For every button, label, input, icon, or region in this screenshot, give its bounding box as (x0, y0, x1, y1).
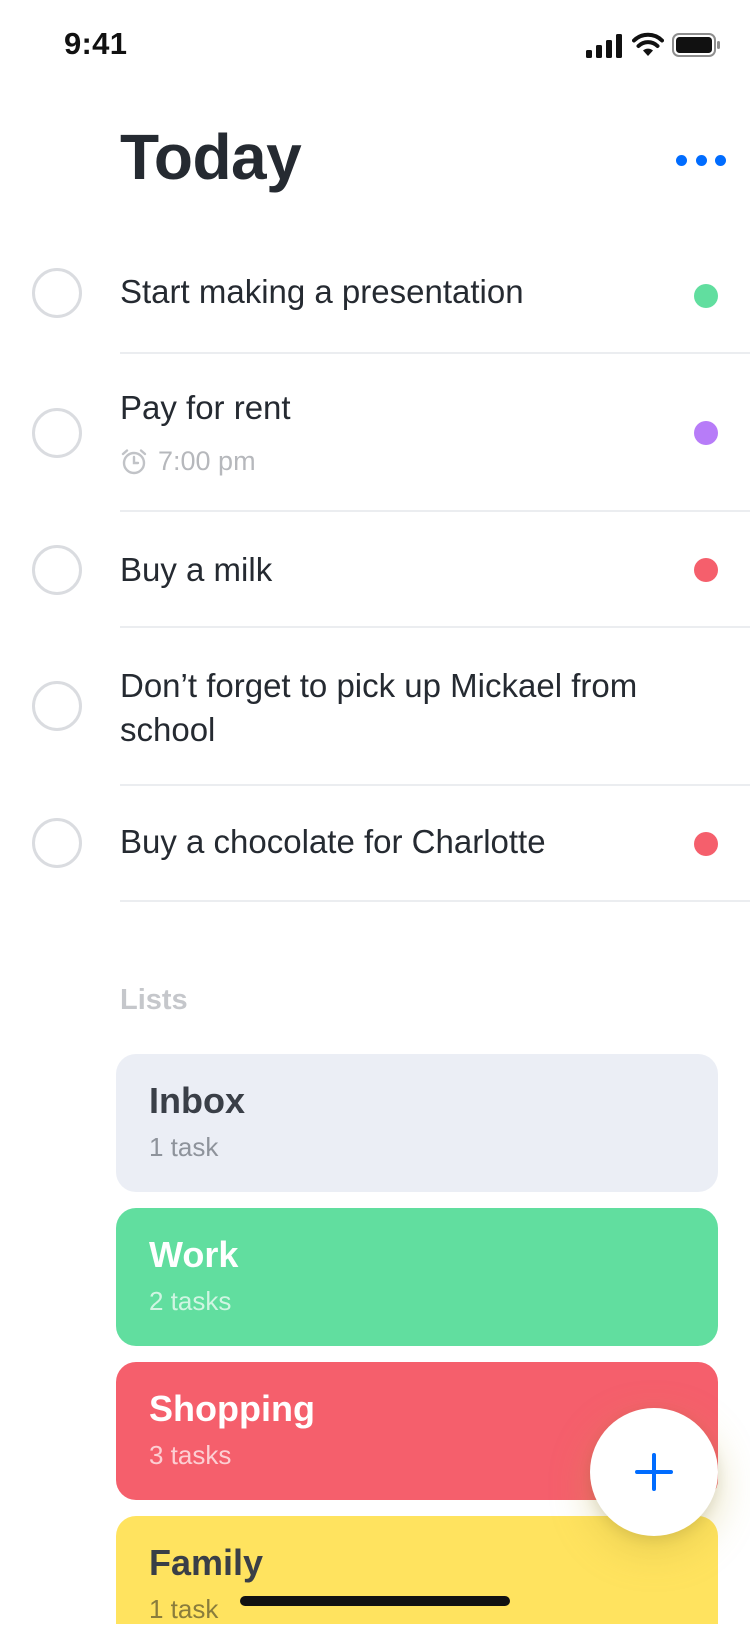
list-name: Family (149, 1542, 264, 1583)
list-name: Inbox (149, 1080, 245, 1121)
list-count: 1 task (149, 1594, 219, 1624)
more-options-button[interactable] (676, 146, 726, 174)
page-title: Today (120, 121, 302, 193)
list-card-work[interactable]: Work 2 tasks (116, 1208, 718, 1346)
add-task-button[interactable] (590, 1408, 718, 1536)
wifi-icon (632, 32, 664, 56)
more-dots-icon (676, 154, 687, 166)
divider (120, 900, 750, 902)
list-count: 1 task (149, 1132, 219, 1162)
task-checkbox[interactable] (32, 545, 82, 595)
task-color-dot (694, 558, 718, 582)
task-checkbox[interactable] (32, 818, 82, 868)
task-color-dot (694, 832, 718, 856)
list-name: Shopping (149, 1388, 315, 1429)
more-dot (695, 154, 707, 166)
list-count: 2 tasks (149, 1286, 232, 1316)
task-title: Buy a chocolate for Charlotte (120, 823, 546, 860)
lists-heading: Lists (120, 984, 188, 1016)
task-title: Don’t forget to pick up Mickael from sch… (120, 667, 638, 748)
list-name: Work (149, 1234, 239, 1275)
cellular-signal-icon (586, 34, 622, 58)
list-card-inbox[interactable]: Inbox 1 task (116, 1054, 718, 1192)
alarm-clock-icon (121, 448, 147, 474)
task-reminder: 7:00 pm (120, 446, 256, 477)
task-color-dot (694, 421, 718, 445)
more-dot (715, 154, 726, 166)
task-row[interactable]: Buy a milk (0, 512, 750, 628)
list-count: 3 tasks (149, 1440, 232, 1470)
task-title: Start making a presentation (120, 273, 524, 310)
status-bar: 9:41 (0, 0, 750, 90)
task-row[interactable]: Pay for rent 7:00 pm (0, 354, 750, 512)
task-row[interactable]: Start making a presentation (0, 238, 750, 354)
task-checkbox[interactable] (32, 681, 82, 731)
status-time: 9:41 (64, 26, 128, 61)
task-time: 7:00 pm (158, 446, 256, 476)
task-color-dot (694, 284, 718, 308)
task-row[interactable]: Don’t forget to pick up Mickael from sch… (0, 628, 750, 786)
task-row[interactable]: Buy a chocolate for Charlotte (0, 786, 750, 902)
task-title: Buy a milk (120, 551, 273, 588)
task-title: Pay for rent (120, 389, 291, 426)
list-card-family[interactable]: Family 1 task (116, 1516, 718, 1624)
task-checkbox[interactable] (32, 268, 82, 318)
home-indicator[interactable] (240, 1596, 510, 1606)
battery-icon (672, 33, 720, 57)
task-list: Start making a presentation Pay for rent… (0, 238, 750, 902)
task-checkbox[interactable] (32, 408, 82, 458)
plus-icon (635, 1453, 673, 1491)
